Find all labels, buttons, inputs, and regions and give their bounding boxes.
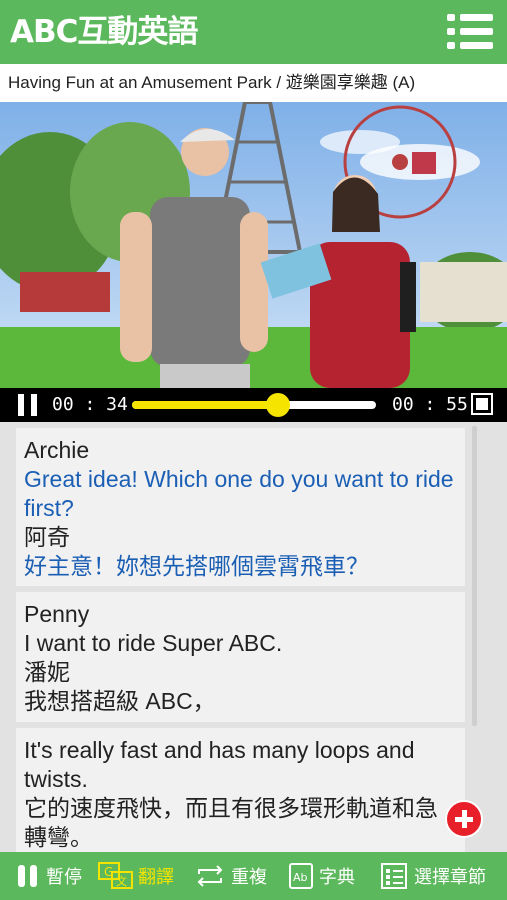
line-chinese: 它的速度飛快，而且有很多環形軌道和急轉彎。 [24, 795, 438, 850]
menu-line [460, 28, 493, 35]
transcript-panel[interactable]: Archie Great idea! Which one do you want… [0, 422, 507, 852]
app-brand: ABC互動英語 [10, 14, 198, 50]
menu-line [460, 14, 493, 21]
transcript-scrollbar[interactable] [472, 426, 477, 726]
menu-bullet [447, 42, 455, 49]
video-frame[interactable] [0, 102, 507, 388]
lesson-title: Having Fun at an Amusement Park / 遊樂園享樂趣… [0, 64, 507, 102]
line-english: I want to ride Super ABC. [24, 630, 283, 656]
app-header: ABC互動英語 [0, 0, 507, 64]
chapters-label: 選擇章節 [414, 867, 486, 888]
total-time: 00 : 55 [392, 394, 468, 415]
menu-line [460, 42, 493, 49]
speaker-name-en: Archie [24, 437, 90, 463]
pause-label: 暫停 [46, 867, 82, 888]
svg-text:文: 文 [116, 874, 127, 888]
chapter-list-icon [378, 862, 410, 890]
svg-text:Ab: Ab [293, 871, 308, 884]
transcript-item[interactable]: It's really fast and has many loops and … [16, 728, 465, 852]
add-plus-icon[interactable] [445, 800, 483, 838]
chapters-button[interactable]: 選擇章節 [378, 852, 486, 900]
line-english: It's really fast and has many loops and … [24, 737, 415, 792]
video-player-controls: 00 : 34 00 : 55 [0, 388, 507, 422]
dictionary-label: 字典 [319, 867, 355, 888]
dictionary-button[interactable]: Ab 字典 [287, 852, 355, 900]
seek-bar-knob[interactable] [266, 393, 291, 417]
fullscreen-icon[interactable] [471, 393, 493, 415]
hamburger-menu-icon[interactable] [447, 14, 493, 50]
transcript-item[interactable]: Archie Great idea! Which one do you want… [16, 428, 465, 586]
line-chinese: 我想搭超級 ABC， [24, 688, 216, 714]
speaker-name-zh: 潘妮 [24, 659, 70, 685]
menu-bullet [447, 14, 455, 21]
pause-icon[interactable] [18, 394, 38, 416]
repeat-icon [193, 862, 227, 890]
line-chinese: 好主意！妳想先搭哪個雲霄飛車？ [24, 553, 369, 579]
repeat-button[interactable]: 重複 [193, 852, 267, 900]
translate-icon: G文 [98, 862, 134, 890]
menu-bullet [447, 28, 455, 35]
transcript-item[interactable]: Penny I want to ride Super ABC. 潘妮 我想搭超級… [16, 592, 465, 722]
repeat-label: 重複 [231, 867, 267, 888]
translate-label: 翻譯 [138, 867, 174, 888]
video-scene [0, 102, 507, 388]
translate-button[interactable]: G文 翻譯 [98, 852, 174, 900]
seek-bar[interactable] [132, 393, 376, 417]
line-english: Great idea! Which one do you want to rid… [24, 466, 454, 521]
pause-icon [14, 862, 42, 890]
pause-button[interactable]: 暫停 [14, 852, 82, 900]
seek-bar-progress [132, 401, 279, 409]
speaker-name-en: Penny [24, 601, 90, 627]
bottom-toolbar: 暫停 G文 翻譯 重複 Ab 字典 選擇章節 [0, 852, 507, 900]
current-time: 00 : 34 [52, 394, 128, 415]
dictionary-icon: Ab [287, 862, 315, 890]
speaker-name-zh: 阿奇 [24, 524, 70, 550]
